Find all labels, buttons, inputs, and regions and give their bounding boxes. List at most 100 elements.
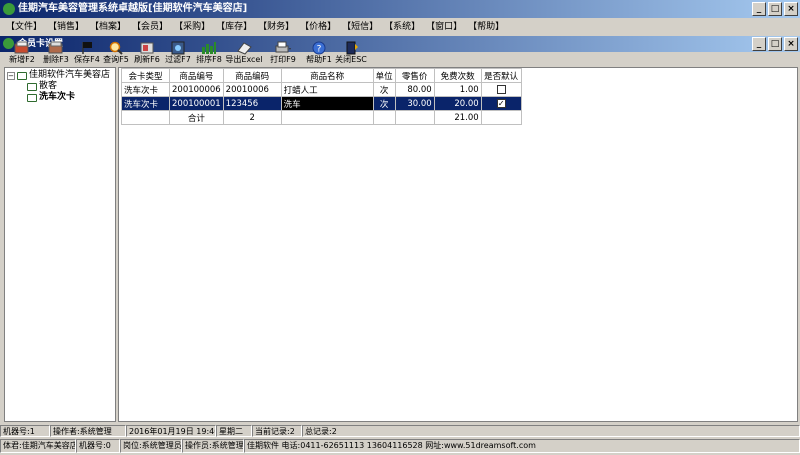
close-button[interactable]: × xyxy=(784,2,798,16)
table-row[interactable]: 洗车次卡 200100006 20010006 打蜡人工 次 80.00 1.0… xyxy=(121,82,522,97)
minimize-button[interactable]: _ xyxy=(752,2,766,16)
status-machine: 机器号:1 xyxy=(0,425,50,437)
svg-text:?: ? xyxy=(317,45,322,55)
delete-button[interactable]: 删除F3 xyxy=(39,41,73,69)
cell-item-code[interactable]: 123456 xyxy=(222,96,282,111)
cell-item-no[interactable]: 200100006 xyxy=(169,82,224,97)
tree-item-label: 散客 xyxy=(39,81,58,91)
status-datetime: 2016年01月19日 19:40:13 xyxy=(126,425,216,437)
total-empty-cell xyxy=(121,110,170,125)
query-button-label: 查询F5 xyxy=(103,55,129,64)
cell-card-type[interactable]: 洗车次卡 xyxy=(121,82,170,97)
menu-sms[interactable]: 【短信】 xyxy=(339,18,381,36)
cell-price[interactable]: 80.00 xyxy=(394,82,435,97)
col-header-item-code[interactable]: 商品编码 xyxy=(222,68,282,83)
menu-purchase[interactable]: 【采购】 xyxy=(171,18,213,36)
child-minimize-button[interactable]: _ xyxy=(752,37,766,51)
print-button-label: 打印F9 xyxy=(270,55,296,64)
maximize-button[interactable]: □ xyxy=(768,2,782,16)
menu-price[interactable]: 【价格】 xyxy=(297,18,339,36)
tree-item-walkin[interactable]: 散客 xyxy=(27,81,57,92)
menu-inventory[interactable]: 【库存】 xyxy=(213,18,255,36)
help-button-label: 帮助F1 xyxy=(306,55,332,64)
folder-icon xyxy=(27,82,37,91)
cell-unit[interactable]: 次 xyxy=(372,96,396,111)
total-label: 合计 xyxy=(169,110,224,125)
col-header-item-no[interactable]: 商品编号 xyxy=(169,68,224,83)
cell-item-name[interactable]: 打蜡人工 xyxy=(280,82,374,97)
printer-icon xyxy=(275,41,291,53)
col-header-free-count[interactable]: 免费次数 xyxy=(433,68,482,83)
help-icon: ? xyxy=(312,41,326,55)
menu-sales[interactable]: 【销售】 xyxy=(45,18,87,36)
default-checkbox[interactable] xyxy=(496,84,506,94)
filter-icon xyxy=(171,41,185,55)
filter-button[interactable]: 过滤F7 xyxy=(161,41,195,69)
status-weekday: 星期二 xyxy=(216,425,252,437)
col-header-item-name[interactable]: 商品名称 xyxy=(280,68,374,83)
cell-unit[interactable]: 次 xyxy=(372,82,396,97)
close-door-icon xyxy=(346,41,358,55)
total-empty-cell xyxy=(394,110,435,125)
menu-member[interactable]: 【会员】 xyxy=(129,18,171,36)
child-close-button[interactable]: × xyxy=(784,37,798,51)
collapse-icon[interactable]: − xyxy=(7,71,15,80)
footer-contact: 佳期软件 电话:0411-62651113 13604116528 网址:www… xyxy=(244,439,800,453)
save-flag-icon xyxy=(82,42,92,54)
folder-icon xyxy=(27,93,37,102)
sort-button-label: 排序F8 xyxy=(196,55,222,64)
status-total-record: 总记录:2 xyxy=(302,425,800,437)
tree-root-node[interactable]: − 佳期软件汽车美容店 xyxy=(7,70,110,81)
cell-default[interactable] xyxy=(480,82,522,97)
export-excel-button[interactable]: 导出Excel xyxy=(224,41,264,69)
add-button[interactable]: 新增F2 xyxy=(5,41,39,69)
window-title: 佳期汽车美容管理系统卓越版[佳期软件汽车美容店] xyxy=(18,3,248,14)
total-count: 2 xyxy=(222,110,282,125)
cell-card-type[interactable]: 洗车次卡 xyxy=(121,96,170,111)
menu-file[interactable]: 【文件】 xyxy=(3,18,45,36)
col-header-card-type[interactable]: 会卡类型 xyxy=(121,68,170,83)
menu-help[interactable]: 【帮助】 xyxy=(465,18,507,36)
refresh-button[interactable]: 刷新F6 xyxy=(130,41,164,69)
cell-item-name[interactable]: 洗车 xyxy=(280,96,374,111)
tree-root-label: 佳期软件汽车美容店 xyxy=(29,70,111,80)
tree-item-label: 洗车次卡 xyxy=(39,92,76,102)
cell-free-count[interactable]: 20.00 xyxy=(433,96,482,111)
close-esc-button-label: 关闭ESC xyxy=(335,55,367,64)
menu-window[interactable]: 【窗口】 xyxy=(423,18,465,36)
status-operator: 操作者:系统管理 xyxy=(50,425,126,437)
cell-item-no[interactable]: 200100001 xyxy=(169,96,224,111)
child-restore-button[interactable]: □ xyxy=(768,37,782,51)
tree-item-car-wash-card[interactable]: 洗车次卡 xyxy=(27,92,75,103)
cell-item-code[interactable]: 20010006 xyxy=(222,82,282,97)
print-button[interactable]: 打印F9 xyxy=(266,41,300,69)
data-grid: 会卡类型 商品编号 商品编码 商品名称 单位 零售价 免费次数 是否默认 洗车次… xyxy=(118,67,798,422)
status-current-record: 当前记录:2 xyxy=(252,425,302,437)
total-empty-cell xyxy=(372,110,396,125)
default-checkbox-checked[interactable]: ✓ xyxy=(496,98,506,108)
footer-machine: 机器号:0 xyxy=(76,439,120,453)
cell-price[interactable]: 30.00 xyxy=(394,96,435,111)
cell-free-count[interactable]: 1.00 xyxy=(433,82,482,97)
status-bar: 机器号:1 操作者:系统管理 2016年01月19日 19:40:13 星期二 … xyxy=(0,425,800,437)
col-header-unit[interactable]: 单位 xyxy=(372,68,396,83)
footer-post: 岗位:系统管理员 xyxy=(120,439,182,453)
refresh-button-label: 刷新F6 xyxy=(134,55,160,64)
col-header-default[interactable]: 是否默认 xyxy=(480,68,522,83)
query-button[interactable]: 查询F5 xyxy=(99,41,133,69)
table-row-selected[interactable]: 洗车次卡 200100001 123456 洗车 次 30.00 20.00 ✓ xyxy=(121,96,522,111)
export-excel-button-label: 导出Excel xyxy=(225,55,263,64)
table-total-row: 合计 2 21.00 xyxy=(121,110,522,125)
menu-finance[interactable]: 【财务】 xyxy=(255,18,297,36)
col-header-price[interactable]: 零售价 xyxy=(394,68,435,83)
menu-system[interactable]: 【系统】 xyxy=(381,18,423,36)
help-button[interactable]: ? 帮助F1 xyxy=(302,41,336,69)
sort-button[interactable]: 排序F8 xyxy=(192,41,226,69)
menu-archive[interactable]: 【档案】 xyxy=(87,18,129,36)
footer-bar: 体君:佳期汽车美容店 机器号:0 岗位:系统管理员 操作员:系统管理 佳期软件 … xyxy=(0,439,800,453)
close-esc-button[interactable]: 关闭ESC xyxy=(334,41,368,69)
delete-card-icon xyxy=(48,41,63,54)
folder-icon xyxy=(17,71,27,80)
cell-default[interactable]: ✓ xyxy=(480,96,522,111)
add-card-icon xyxy=(14,41,29,54)
